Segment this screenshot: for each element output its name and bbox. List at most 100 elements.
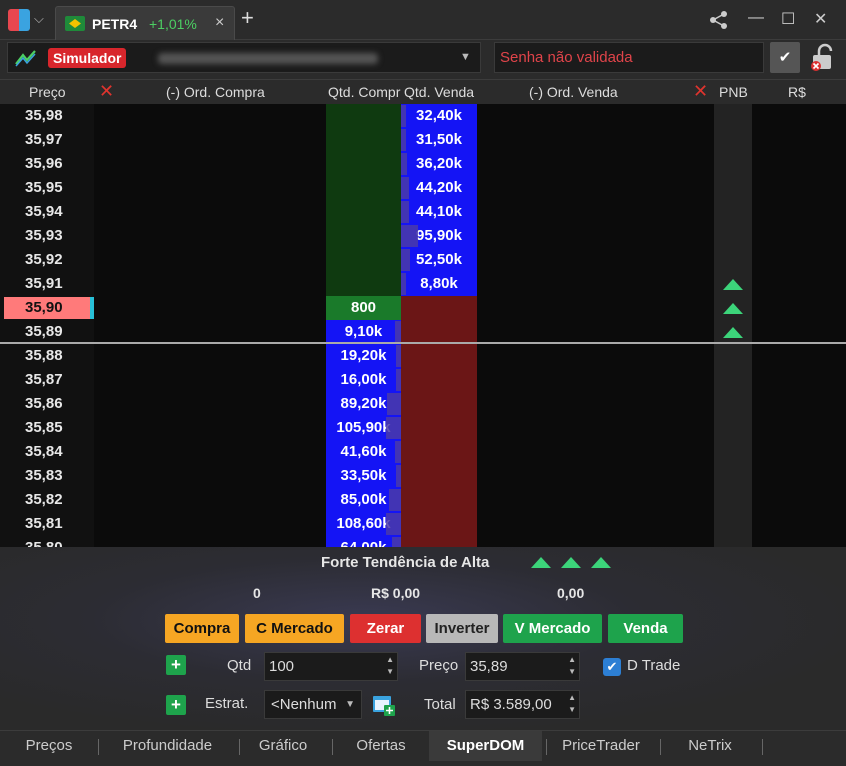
buy-qty-cell[interactable]: 41,60k: [326, 440, 401, 464]
sell-qty-cell[interactable]: 95,90k: [401, 224, 477, 248]
tab-netrix[interactable]: NeTrix: [662, 731, 758, 761]
zero-position-button[interactable]: Zerar: [350, 614, 421, 643]
ladder-row[interactable]: 35,92: [0, 248, 94, 272]
ladder-row[interactable]: 35,84: [0, 440, 94, 464]
sell-orders-column[interactable]: [477, 104, 714, 547]
confirm-password-button[interactable]: ✔: [770, 42, 800, 73]
buy-orders-column[interactable]: [94, 104, 326, 547]
sell-qty-cell[interactable]: 31,50k: [401, 128, 477, 152]
sell-market-button[interactable]: V Mercado: [503, 614, 602, 643]
invert-position-button[interactable]: Inverter: [426, 614, 498, 643]
sell-qty-value[interactable]: 44,20k: [401, 176, 477, 200]
ladder-row[interactable]: 35,87: [0, 368, 94, 392]
sell-qty-cell[interactable]: 44,20k: [401, 176, 477, 200]
current-price-cell[interactable]: 35,90: [4, 297, 94, 319]
price-cell[interactable]: 35,96: [4, 153, 90, 175]
add-qty-preset-button[interactable]: +: [166, 655, 186, 675]
ladder-row[interactable]: 35,94: [0, 200, 94, 224]
price-cell[interactable]: 35,94: [4, 201, 90, 223]
price-stepper[interactable]: ▲ ▼: [568, 654, 576, 678]
sell-qty-value[interactable]: 44,10k: [401, 200, 477, 224]
add-tab-button[interactable]: +: [241, 7, 254, 29]
close-window-button[interactable]: ✕: [814, 9, 827, 29]
close-tab-icon[interactable]: ×: [215, 14, 224, 32]
sell-qty-value[interactable]: 52,50k: [401, 248, 477, 272]
share-icon[interactable]: [709, 10, 729, 30]
tab-pricetrader[interactable]: PriceTrader: [546, 731, 656, 761]
minimize-button[interactable]: —: [748, 9, 764, 27]
ladder-row[interactable]: 35,95: [0, 176, 94, 200]
price-cell[interactable]: 35,87: [4, 369, 90, 391]
buy-qty-cell[interactable]: 16,00k: [326, 368, 401, 392]
ladder-row[interactable]: 35,83: [0, 464, 94, 488]
buy-qty-cell[interactable]: 9,10k: [326, 320, 401, 344]
app-logo-icon[interactable]: [8, 9, 30, 31]
tab-gráfico[interactable]: Gráfico: [238, 731, 328, 761]
sell-button[interactable]: Venda: [608, 614, 683, 643]
price-input[interactable]: 35,89 ▲ ▼: [465, 652, 580, 681]
tab-petr4[interactable]: PETR4 +1,01% ×: [55, 6, 235, 40]
buy-qty-value[interactable]: 41,60k: [326, 440, 401, 464]
price-cell[interactable]: 35,89: [4, 321, 90, 343]
price-cell[interactable]: 35,85: [4, 417, 90, 439]
account-select[interactable]: Simulador ▼: [7, 42, 481, 73]
buy-qty-column[interactable]: 800 9,10k 19,20k 16,00k 89,20k 105,90k 41,60k 3…: [326, 104, 401, 547]
price-cell[interactable]: 35,83: [4, 465, 90, 487]
ladder-row[interactable]: 35,97: [0, 128, 94, 152]
buy-qty-cell[interactable]: 108,60k: [326, 512, 401, 536]
price-cell[interactable]: 35,82: [4, 489, 90, 511]
ladder-row[interactable]: 35,81: [0, 512, 94, 536]
qty-stepper[interactable]: ▲ ▼: [386, 654, 394, 678]
price-cell[interactable]: 35,95: [4, 177, 90, 199]
buy-qty-cell[interactable]: 105,90k: [326, 416, 401, 440]
price-cell[interactable]: 35,91: [4, 273, 90, 295]
price-cell[interactable]: 35,97: [4, 129, 90, 151]
clear-buy-orders-icon[interactable]: ✕: [99, 81, 114, 102]
ladder-row[interactable]: 35,90: [0, 296, 94, 320]
daytrade-checkbox[interactable]: ✔: [603, 658, 621, 676]
clear-sell-orders-icon[interactable]: ✕: [693, 81, 708, 102]
sell-qty-value[interactable]: 31,50k: [401, 128, 477, 152]
sell-qty-cell[interactable]: 44,10k: [401, 200, 477, 224]
price-cell[interactable]: 35,80: [4, 537, 90, 547]
tab-profundidade[interactable]: Profundidade: [100, 731, 235, 761]
ladder-row[interactable]: 35,82: [0, 488, 94, 512]
tab-preços[interactable]: Preços: [4, 731, 94, 761]
strategy-editor-icon[interactable]: [372, 693, 396, 717]
sell-qty-cell[interactable]: 36,20k: [401, 152, 477, 176]
price-cell[interactable]: 35,84: [4, 441, 90, 463]
tab-superdom[interactable]: SuperDOM: [429, 731, 542, 761]
price-cell[interactable]: 35,93: [4, 225, 90, 247]
buy-qty-value[interactable]: 19,20k: [326, 344, 401, 368]
price-ladder[interactable]: 35,98 35,97 35,96 35,95 35,94 35,93 35,92 35,91…: [0, 104, 846, 547]
buy-qty-value[interactable]: 64,00k: [326, 536, 401, 547]
ladder-row[interactable]: 35,89: [0, 320, 94, 344]
buy-button[interactable]: Compra: [165, 614, 239, 643]
buy-qty-cell[interactable]: 19,20k: [326, 344, 401, 368]
buy-qty-value[interactable]: 16,00k: [326, 368, 401, 392]
ladder-row[interactable]: 35,91: [0, 272, 94, 296]
total-input[interactable]: R$ 3.589,00 ▲ ▼: [465, 690, 580, 719]
buy-qty-cell[interactable]: 33,50k: [326, 464, 401, 488]
add-strategy-button[interactable]: +: [166, 695, 186, 715]
ladder-row[interactable]: 35,86: [0, 392, 94, 416]
maximize-button[interactable]: ☐: [781, 9, 795, 29]
buy-market-button[interactable]: C Mercado: [245, 614, 344, 643]
sell-qty-value[interactable]: 8,80k: [401, 272, 477, 296]
unlock-icon[interactable]: [807, 42, 837, 73]
sell-qty-cell[interactable]: 52,50k: [401, 248, 477, 272]
ladder-row[interactable]: 35,80: [0, 536, 94, 547]
ladder-row[interactable]: 35,93: [0, 224, 94, 248]
buy-qty-value[interactable]: 33,50k: [326, 464, 401, 488]
strategy-select[interactable]: <Nenhum ▼: [264, 690, 362, 719]
header-price[interactable]: Preço: [29, 84, 66, 100]
buy-qty-cell[interactable]: 89,20k: [326, 392, 401, 416]
ladder-row[interactable]: 35,98: [0, 104, 94, 128]
password-field[interactable]: Senha não validada: [494, 42, 764, 73]
price-cell[interactable]: 35,86: [4, 393, 90, 415]
chevron-down-icon[interactable]: ▼: [460, 51, 471, 63]
ladder-row[interactable]: 35,88: [0, 344, 94, 368]
qty-input[interactable]: 100 ▲ ▼: [264, 652, 398, 681]
buy-qty-value[interactable]: 9,10k: [326, 320, 401, 344]
sell-qty-column[interactable]: 32,40k 31,50k 36,20k 44,20k 44,10k 95,90k 52,5…: [401, 104, 477, 547]
